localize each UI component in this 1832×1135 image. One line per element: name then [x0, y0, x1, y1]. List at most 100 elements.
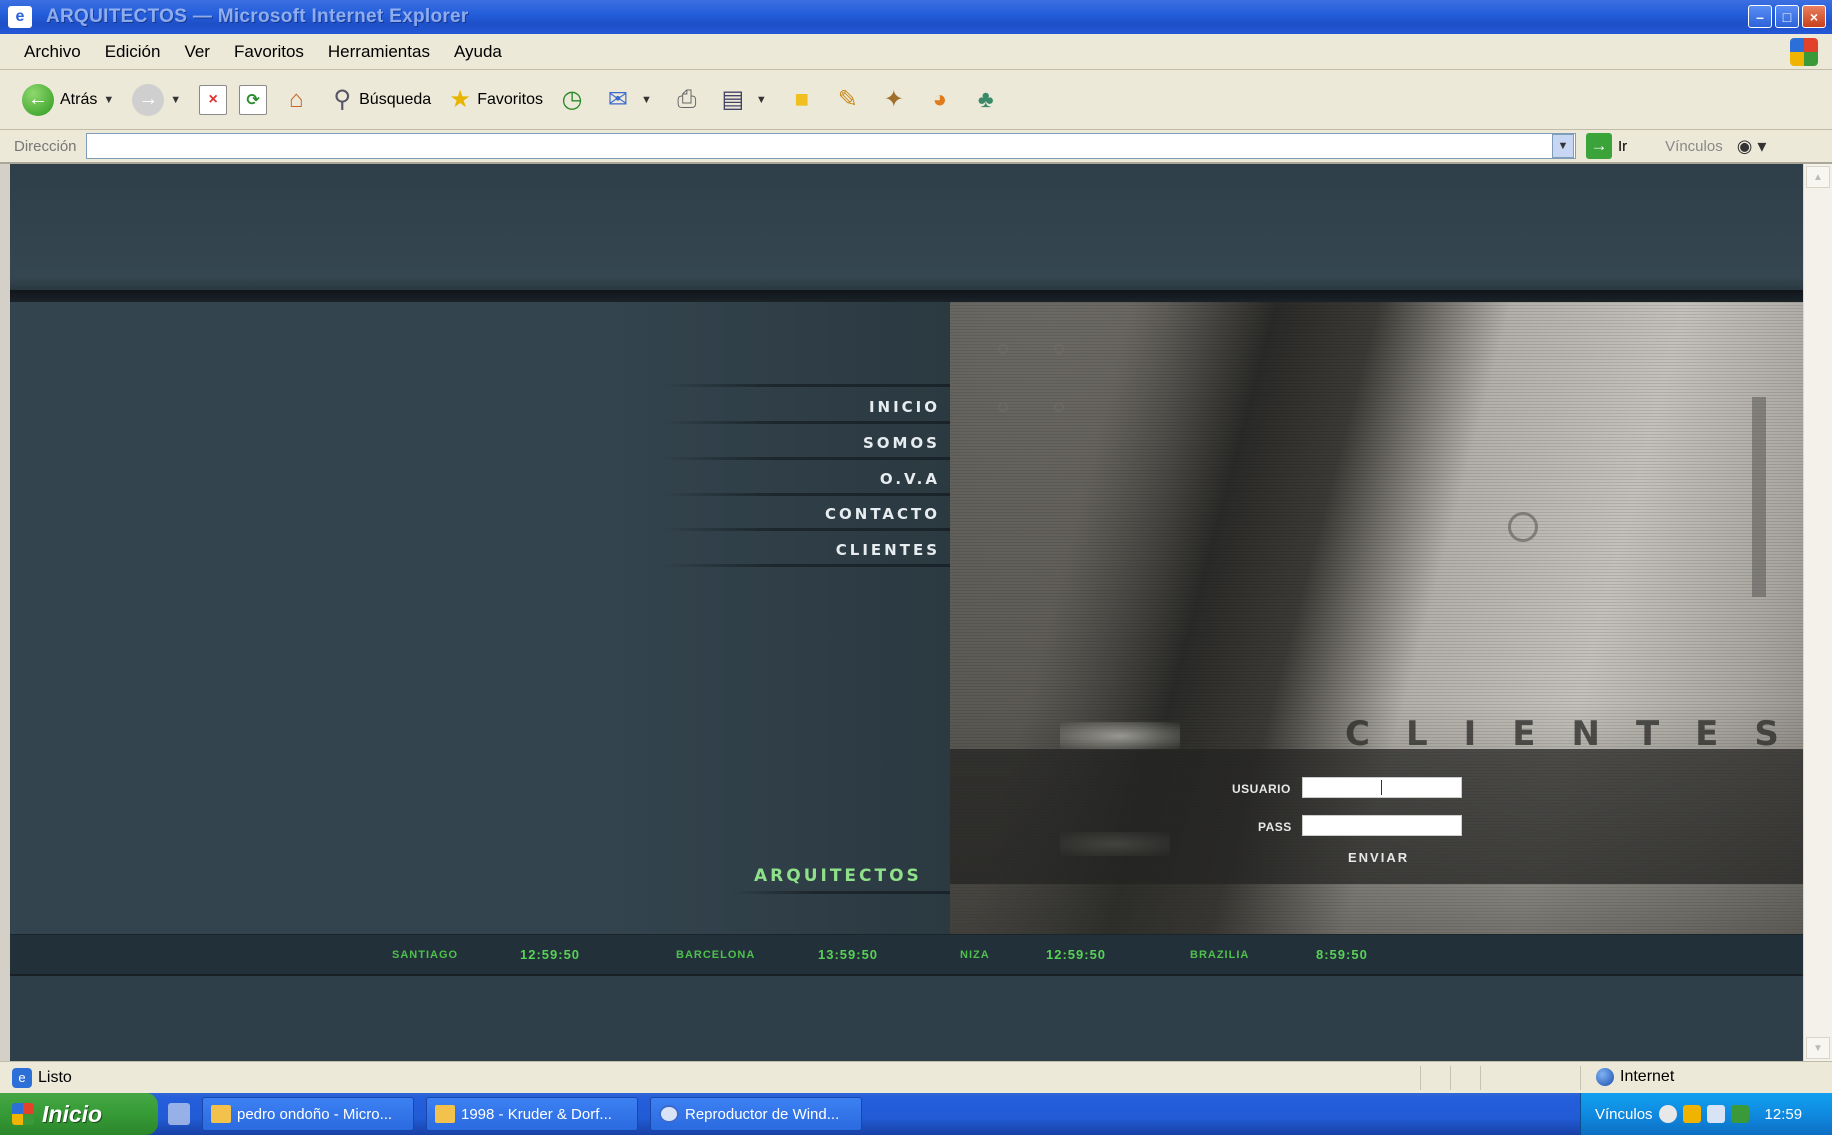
mail-button[interactable]: ✉ ▼: [601, 83, 658, 117]
nav-divider: [660, 457, 950, 460]
links-icon[interactable]: ◉ ▾: [1737, 136, 1767, 157]
system-tray: Vínculos 12:59: [1580, 1093, 1832, 1135]
star-icon: ★: [449, 86, 471, 113]
search-label: Búsqueda: [359, 90, 432, 108]
history-button[interactable]: ◷: [555, 83, 589, 117]
maximize-button[interactable]: □: [1775, 5, 1799, 28]
pass-label: PASS: [1258, 820, 1292, 834]
research-icon: ✎: [837, 86, 858, 113]
close-button[interactable]: ×: [1802, 5, 1826, 28]
taskbar: Inicio pedro ondoño - Micro... 1998 - Kr…: [0, 1093, 1832, 1135]
tray-chevron-icon[interactable]: [1658, 1105, 1677, 1123]
discuss-button[interactable]: ■: [785, 83, 819, 117]
page-icon: e: [12, 1067, 32, 1088]
edit-dropdown-icon[interactable]: ▼: [756, 94, 767, 106]
minimize-button[interactable]: –: [1748, 5, 1772, 28]
refresh-icon: ⟳: [239, 84, 268, 115]
tray-app-icon[interactable]: [1706, 1105, 1725, 1123]
ie-icon[interactable]: e: [8, 6, 32, 28]
nav-divider: [660, 564, 950, 567]
status-separator: [1420, 1066, 1421, 1090]
mail-dropdown-icon[interactable]: ▼: [641, 94, 652, 106]
menu-ayuda[interactable]: Ayuda: [442, 42, 514, 62]
edit-button[interactable]: ▤ ▼: [716, 83, 773, 117]
task-label: pedro ondoño - Micro...: [237, 1105, 393, 1123]
back-button[interactable]: ← Atrás ▼: [22, 83, 120, 116]
photo-dot: [998, 344, 1008, 354]
users-icon: ♣: [977, 85, 994, 113]
user-label: USUARIO: [1232, 782, 1291, 796]
forward-button[interactable]: → ▼: [132, 83, 187, 116]
print-button[interactable]: ⎙: [670, 83, 704, 117]
clock-city: BRAZILIA: [1190, 949, 1250, 961]
stop-icon: ×: [199, 84, 228, 115]
research-button[interactable]: ✎: [831, 83, 865, 117]
submit-button[interactable]: ENVIAR: [1348, 850, 1409, 865]
users-button[interactable]: ♣: [969, 83, 1003, 117]
header-band: [10, 164, 1803, 290]
media-player-icon: [659, 1105, 679, 1123]
back-dropdown-icon[interactable]: ▼: [103, 94, 114, 106]
address-input[interactable]: [86, 133, 1576, 159]
menu-favoritos[interactable]: Favoritos: [222, 42, 316, 62]
clock-time: 8:59:50: [1316, 947, 1368, 962]
mail-icon: ✉: [607, 86, 629, 113]
title-bar: e ARQUITECTOS — Microsoft Internet Explo…: [0, 0, 1832, 34]
nav-clientes[interactable]: CLIENTES: [750, 541, 950, 559]
go-arrow-icon[interactable]: →: [1586, 133, 1612, 159]
zone-label: Internet: [1620, 1068, 1675, 1085]
status-separator: [1480, 1066, 1481, 1090]
status-text: Listo: [38, 1068, 72, 1086]
quicklaunch-icon[interactable]: [168, 1103, 190, 1125]
taskbar-item[interactable]: pedro ondoño - Micro...: [202, 1097, 414, 1131]
scroll-up-icon[interactable]: ▲: [1806, 166, 1830, 188]
address-bar: Dirección ▼ → Ir Vínculos ◉ ▾: [0, 130, 1832, 164]
photo-light: [1060, 722, 1180, 750]
clock-city: SANTIAGO: [392, 949, 459, 961]
pass-input[interactable]: [1302, 815, 1462, 836]
nav-contacto[interactable]: CONTACTO: [750, 505, 950, 523]
task-label: 1998 - Kruder & Dorf...: [461, 1105, 612, 1123]
tray-app-icon[interactable]: [1682, 1105, 1701, 1123]
links-label[interactable]: Vínculos: [1665, 138, 1723, 155]
toolbar: ← Atrás ▼ → ▼ × ⟳ ⌂ ⚲ Búsqueda ★ Favorit…: [0, 70, 1832, 130]
brand-divider: [730, 891, 950, 894]
nav-ova[interactable]: O.V.A: [750, 470, 950, 488]
favorites-button[interactable]: ★ Favoritos: [443, 83, 543, 117]
media-button[interactable]: ◕: [923, 83, 957, 117]
edit-icon: ▤: [721, 86, 745, 113]
clock-time: 12:59:50: [520, 947, 581, 962]
messenger-button[interactable]: ✦: [877, 83, 911, 117]
web-page: CLIENTES USUARIO PASS ENVIAR INICIO SOMO…: [10, 164, 1803, 1061]
vertical-scrollbar[interactable]: ▲ ▼: [1803, 164, 1832, 1061]
tray-links-label[interactable]: Vínculos: [1595, 1106, 1653, 1123]
taskbar-item[interactable]: 1998 - Kruder & Dorf...: [426, 1097, 638, 1131]
home-button[interactable]: ⌂: [279, 83, 313, 117]
menu-ver[interactable]: Ver: [172, 42, 222, 62]
search-button[interactable]: ⚲ Búsqueda: [325, 83, 431, 117]
print-icon: ⎙: [677, 85, 697, 113]
refresh-button[interactable]: ⟳: [239, 84, 268, 115]
taskbar-item[interactable]: Reproductor de Wind...: [650, 1097, 862, 1131]
start-button[interactable]: Inicio: [0, 1093, 158, 1135]
menu-herramientas[interactable]: Herramientas: [316, 42, 442, 62]
forward-dropdown-icon[interactable]: ▼: [170, 94, 181, 106]
user-input[interactable]: [1302, 777, 1462, 798]
brand-link[interactable]: ARQUITECTOS: [754, 866, 922, 886]
clock-city: BARCELONA: [676, 949, 756, 961]
nav-somos[interactable]: SOMOS: [750, 434, 950, 452]
scroll-down-icon[interactable]: ▼: [1806, 1037, 1830, 1059]
text-caret: [1381, 780, 1382, 795]
go-button[interactable]: Ir: [1618, 138, 1627, 155]
back-arrow-icon: ←: [22, 83, 54, 116]
menu-archivo[interactable]: Archivo: [12, 42, 93, 62]
nav-inicio[interactable]: INICIO: [750, 398, 950, 416]
status-separator: [1580, 1066, 1581, 1090]
network-icon[interactable]: [1730, 1105, 1749, 1123]
photo-ring: [1508, 512, 1538, 542]
address-dropdown-icon[interactable]: ▼: [1552, 134, 1574, 158]
window-title: ARQUITECTOS — Microsoft Internet Explore…: [46, 6, 469, 27]
stop-button[interactable]: ×: [199, 84, 228, 115]
photo-dot: [1054, 402, 1064, 412]
menu-edicion[interactable]: Edición: [93, 42, 173, 62]
